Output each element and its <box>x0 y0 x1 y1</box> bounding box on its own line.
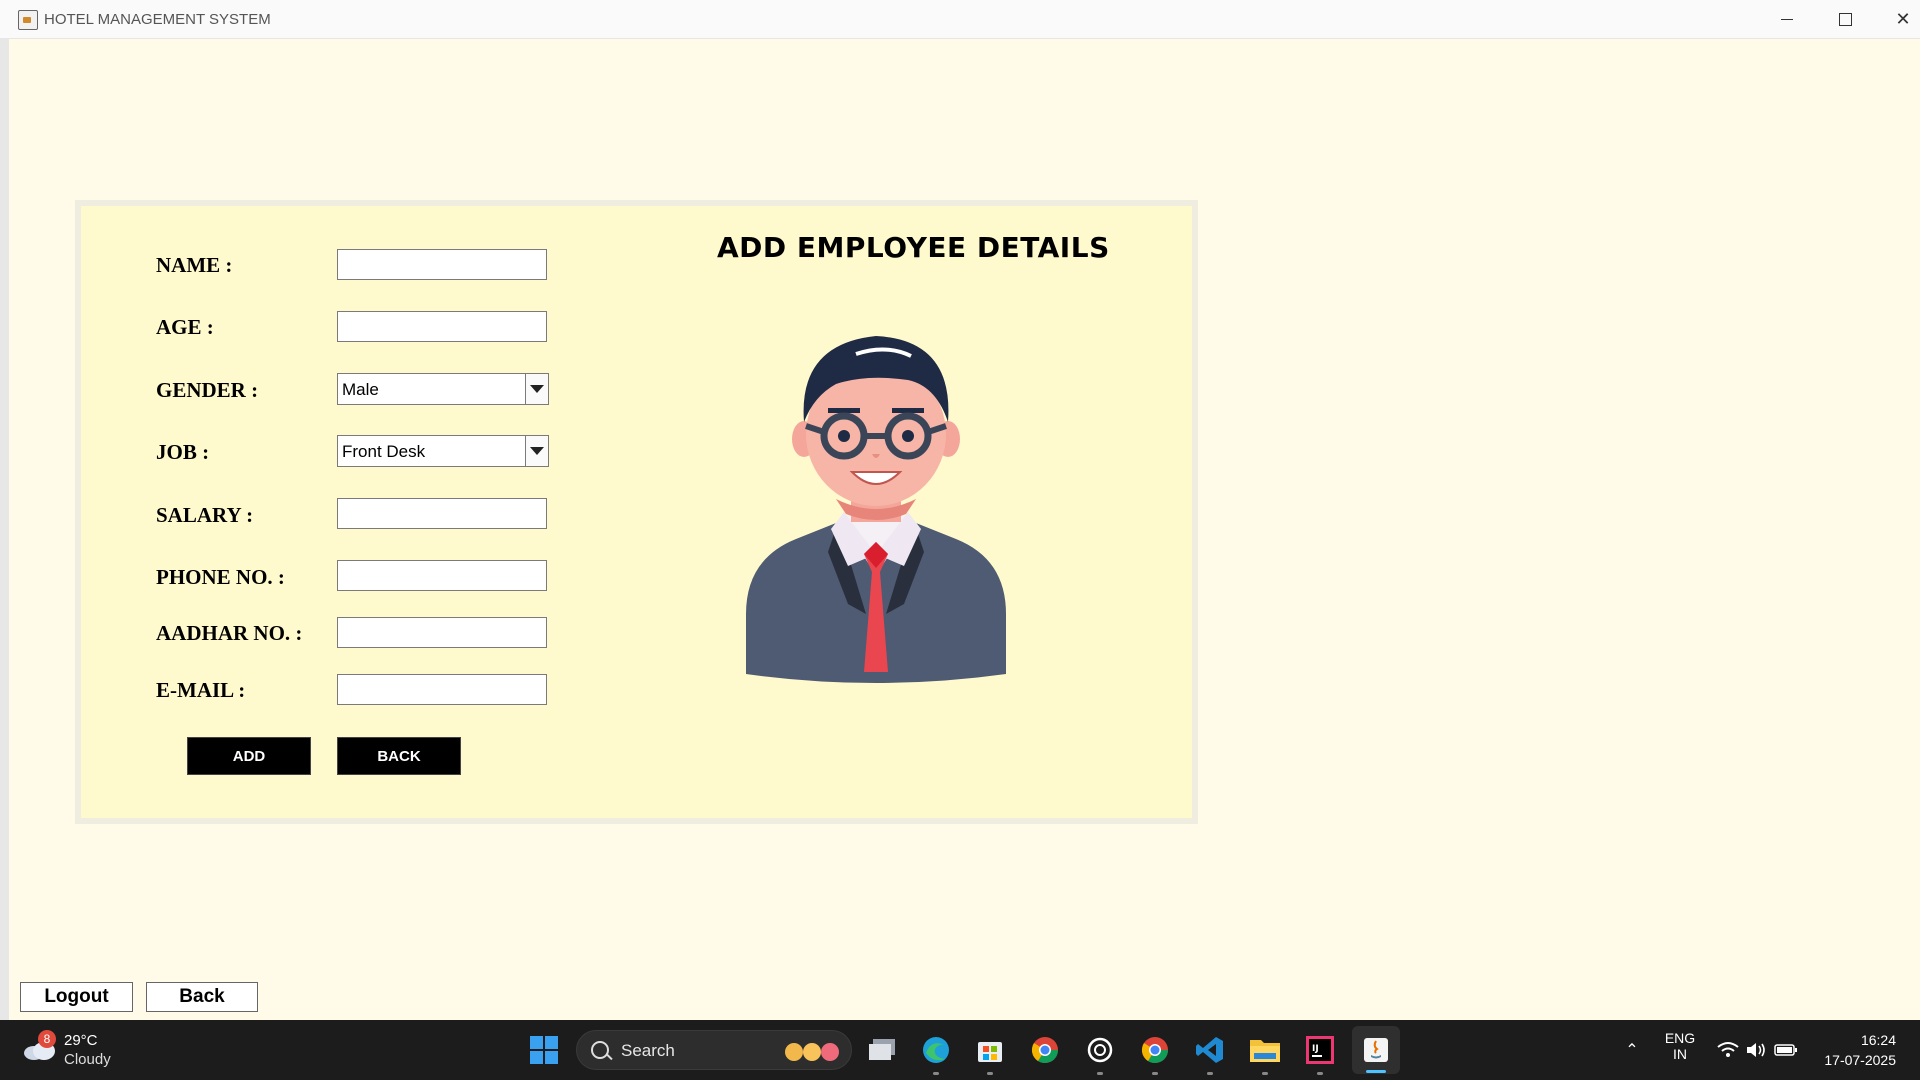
vscode-icon <box>1196 1037 1223 1063</box>
aadhar-label: AADHAR NO. : <box>156 621 303 645</box>
java-icon <box>1364 1038 1388 1062</box>
running-indicator <box>1262 1072 1268 1075</box>
language-indicator[interactable]: ENG IN <box>1660 1030 1700 1062</box>
name-label: NAME : <box>156 253 233 277</box>
window-left-edge <box>0 38 9 1020</box>
email-input[interactable] <box>337 674 547 705</box>
name-input[interactable] <box>337 249 547 280</box>
taskbar-chrome[interactable] <box>1029 1034 1061 1066</box>
age-label: AGE : <box>156 315 214 339</box>
phone-input[interactable] <box>337 560 547 591</box>
minimize-icon <box>1781 18 1793 20</box>
running-indicator <box>1317 1072 1323 1075</box>
task-view-button[interactable] <box>866 1034 898 1066</box>
minimize-button[interactable] <box>1758 0 1816 38</box>
chatgpt-icon <box>1087 1037 1113 1063</box>
salary-input[interactable] <box>337 498 547 529</box>
volume-icon <box>1747 1043 1765 1057</box>
salary-label: SALARY : <box>156 503 254 527</box>
emoji-icon <box>821 1043 839 1061</box>
taskbar-clock[interactable]: 16:24 17-07-2025 <box>1824 1030 1896 1070</box>
taskbar: 8 29°C Cloudy Search IJ ⌃ ENG IN 16:24 1… <box>0 1020 1920 1080</box>
aadhar-input[interactable] <box>337 617 547 648</box>
taskbar-intellij[interactable]: IJ <box>1304 1034 1336 1066</box>
taskbar-file-explorer[interactable] <box>1249 1034 1281 1066</box>
gender-label: GENDER : <box>156 378 259 402</box>
job-selected-value: Front Desk <box>342 442 426 461</box>
show-hidden-icons-button[interactable]: ⌃ <box>1616 1034 1648 1066</box>
weather-condition: Cloudy <box>64 1051 111 1068</box>
search-label: Search <box>621 1041 675 1060</box>
volume-button[interactable] <box>1740 1034 1772 1066</box>
active-indicator <box>1366 1070 1386 1073</box>
region-code: IN <box>1673 1046 1687 1062</box>
windows-icon <box>530 1036 558 1064</box>
intellij-icon: IJ <box>1306 1036 1334 1064</box>
chevron-up-icon: ⌃ <box>1625 1042 1639 1059</box>
running-indicator <box>1097 1072 1103 1075</box>
chevron-down-icon <box>530 385 544 393</box>
running-indicator <box>1152 1072 1158 1075</box>
search-icon <box>591 1041 609 1059</box>
taskbar-vscode[interactable] <box>1194 1034 1226 1066</box>
employee-avatar-image <box>746 336 1006 683</box>
edge-icon <box>923 1037 949 1063</box>
window-title: HOTEL MANAGEMENT SYSTEM <box>44 11 271 28</box>
close-button[interactable]: ✕ <box>1874 0 1920 38</box>
weather-widget[interactable]: 8 29°C Cloudy <box>22 1030 142 1070</box>
store-icon <box>978 1042 1002 1062</box>
taskbar-chrome-2[interactable] <box>1139 1034 1171 1066</box>
chevron-down-icon <box>530 447 544 455</box>
form-heading: ADD EMPLOYEE DETAILS <box>717 231 1110 264</box>
chrome-icon <box>1141 1037 1169 1064</box>
wifi-icon <box>1717 1042 1739 1057</box>
gender-dropdown-arrow[interactable] <box>525 374 548 404</box>
gender-select[interactable]: Male <box>337 373 549 405</box>
language-code: ENG <box>1664 1030 1696 1046</box>
weather-temperature: 29°C <box>64 1032 98 1049</box>
job-dropdown-arrow[interactable] <box>525 436 548 466</box>
logout-button[interactable]: Logout <box>20 982 133 1012</box>
taskbar-edge[interactable] <box>920 1034 952 1066</box>
battery-button[interactable] <box>1770 1034 1802 1066</box>
back-button[interactable]: Back <box>146 982 258 1012</box>
close-icon: ✕ <box>1895 8 1911 29</box>
battery-icon <box>1774 1044 1797 1056</box>
employee-form-panel: NAME : AGE : GENDER : Male JOB : Front D… <box>75 200 1198 824</box>
phone-label: PHONE NO. : <box>156 565 285 589</box>
taskbar-search[interactable]: Search <box>576 1030 852 1070</box>
clock-time: 16:24 <box>1860 1032 1896 1048</box>
start-button[interactable] <box>528 1034 560 1066</box>
age-input[interactable] <box>337 311 547 342</box>
add-button[interactable]: ADD <box>187 737 311 775</box>
chrome-icon <box>1031 1037 1059 1064</box>
job-select[interactable]: Front Desk <box>337 435 549 467</box>
weather-badge: 8 <box>38 1030 56 1048</box>
email-label: E-MAIL : <box>156 678 246 702</box>
running-indicator <box>987 1072 993 1075</box>
taskbar-java-app-active[interactable] <box>1352 1026 1400 1074</box>
java-app-icon <box>18 10 38 30</box>
emoji-icon <box>785 1043 803 1061</box>
svg-text:IJ: IJ <box>1312 1044 1319 1054</box>
folder-icon <box>1250 1040 1280 1062</box>
taskbar-store[interactable] <box>974 1034 1006 1066</box>
task-view-icon <box>869 1039 895 1060</box>
job-label: JOB : <box>156 440 210 464</box>
emoji-icon <box>803 1043 821 1061</box>
clock-date: 17-07-2025 <box>1824 1052 1896 1068</box>
title-bar: HOTEL MANAGEMENT SYSTEM ✕ <box>0 0 1920 39</box>
back-form-button[interactable]: BACK <box>337 737 461 775</box>
maximize-icon <box>1838 12 1852 26</box>
taskbar-chatgpt[interactable] <box>1084 1034 1116 1066</box>
maximize-button[interactable] <box>1816 0 1874 38</box>
running-indicator <box>933 1072 939 1075</box>
gender-selected-value: Male <box>342 380 379 399</box>
running-indicator <box>1207 1072 1213 1075</box>
